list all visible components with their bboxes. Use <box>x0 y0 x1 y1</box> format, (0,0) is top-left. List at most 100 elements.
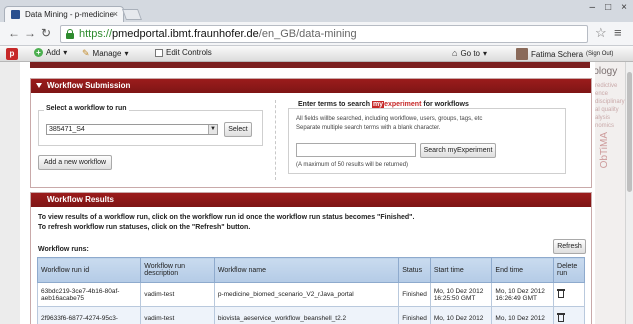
back-icon[interactable]: ← <box>8 26 20 40</box>
address-bar[interactable]: https://pmedportal.ibmt.fraunhofer.de/en… <box>60 25 588 43</box>
add-menu[interactable]: + Add ▾ <box>34 48 67 57</box>
url-scheme: https:// <box>79 28 113 40</box>
run-end-time: Mo, 10 Dez 2012 <box>491 306 555 324</box>
manage-label: Manage <box>92 49 122 58</box>
run-id-link[interactable]: 63bdc219-3ce7-4b16-80af-aeb16acabe75 <box>36 282 142 307</box>
goto-label: Go to <box>460 48 481 58</box>
refresh-button[interactable]: Refresh <box>553 239 586 254</box>
column-header[interactable]: Start time <box>429 257 493 283</box>
pencil-icon: ✎ <box>82 48 90 58</box>
new-tab-button[interactable] <box>121 9 143 20</box>
favicon-icon <box>11 10 20 19</box>
workflow-results-header[interactable]: Workflow Results <box>31 193 591 207</box>
results-instruction-1: To view results of a workflow run, click… <box>38 214 415 221</box>
delete-run-cell <box>553 282 585 307</box>
manage-menu[interactable]: ✎ Manage ▾ <box>82 48 128 59</box>
home-icon: ⌂ <box>452 48 458 58</box>
forward-icon[interactable]: → <box>24 26 36 40</box>
search-max-hint: (A maximum of 50 results will be returne… <box>296 162 409 168</box>
header-band <box>30 62 590 68</box>
edit-controls-toggle[interactable]: Edit Controls <box>155 48 212 57</box>
delete-run-cell <box>553 306 585 324</box>
workflow-submission-header[interactable]: Workflow Submission <box>31 79 591 93</box>
column-header[interactable]: Status <box>398 257 431 283</box>
search-terms-input[interactable] <box>296 143 416 157</box>
column-header[interactable]: Workflow run id <box>36 257 142 283</box>
edit-controls-checkbox[interactable] <box>155 48 163 57</box>
tab-close-icon[interactable]: × <box>113 9 118 19</box>
tab-title: Data Mining - p-medicine <box>25 10 114 19</box>
user-menu[interactable]: Fatima Schera (Sign Out) <box>516 48 613 60</box>
add-workflow-button[interactable]: Add a new workflow <box>38 155 112 170</box>
bookmark-star-icon[interactable]: ☆ <box>595 25 607 41</box>
table-row: 2f9633f6-6877-4274-95c3- vadim-test biov… <box>36 306 585 324</box>
goto-menu[interactable]: ⌂ Go to ▾ <box>452 48 487 58</box>
submission-divider <box>275 100 276 180</box>
reload-icon[interactable]: ↻ <box>41 26 51 40</box>
search-help-2: Separate multiple search terms with a bl… <box>296 125 441 131</box>
workflow-results-title: Workflow Results <box>47 195 114 204</box>
page-scrollbar[interactable] <box>625 62 633 324</box>
user-name[interactable]: Fatima Schera <box>531 50 583 59</box>
browser-menu-icon[interactable]: ≡ <box>614 25 622 40</box>
browser-toolbar: ← → ↻ https://pmedportal.ibmt.fraunhofer… <box>0 22 633 46</box>
url-text: https://pmedportal.ibmt.fraunhofer.de/en… <box>79 28 357 40</box>
workflow-select[interactable]: 385471_S4 ▼ <box>46 124 218 135</box>
lock-icon <box>66 29 74 39</box>
select-workflow-label: Select a workflow to run <box>44 105 129 112</box>
browser-tabstrip: Data Mining - p-medicine × – □ × <box>0 0 633 22</box>
workflow-name: p-medicine_biomed_scenario_V2_rJava_port… <box>213 282 400 307</box>
run-status: Finished <box>398 306 431 324</box>
edit-controls-label: Edit Controls <box>166 48 212 57</box>
trash-icon[interactable] <box>557 313 566 322</box>
workflow-name: biovista_aeservice_workflow_beanshell_t2… <box>213 306 400 324</box>
myexperiment-logo-experiment: experiment <box>384 101 422 108</box>
plus-icon: + <box>34 48 43 57</box>
run-end-time: Mo, 10 Dez 2012 16:26:49 GMT <box>491 282 555 307</box>
portal-dockbar: p + Add ▾ ✎ Manage ▾ Edit Controls ⌂ Go … <box>0 46 633 62</box>
table-header-row: Workflow run id Workflow run description… <box>36 257 585 283</box>
scrollbar-thumb[interactable] <box>627 72 632 192</box>
workflow-submission-title: Workflow Submission <box>47 81 131 90</box>
maximize-button[interactable]: □ <box>605 2 611 16</box>
table-row: 63bdc219-3ce7-4b16-80af-aeb16acabe75 vad… <box>36 282 585 307</box>
url-path: /en_GB/data-mining <box>258 28 357 40</box>
avatar <box>516 48 528 60</box>
add-label: Add <box>46 48 61 57</box>
caret-down-icon: ▾ <box>124 49 129 58</box>
caret-down-icon: ▾ <box>63 48 68 57</box>
select-button[interactable]: Select <box>224 122 252 137</box>
column-header[interactable]: Workflow name <box>213 257 400 283</box>
oncology-text: Oncology <box>595 66 618 77</box>
search-myexperiment-button[interactable]: Search myExperiment <box>420 143 496 158</box>
results-instruction-2: To refresh workflow run statuses, click … <box>38 224 251 231</box>
search-help-1: All fields willbe searched, including wo… <box>296 116 483 122</box>
run-status: Finished <box>398 282 431 307</box>
dropdown-arrow-icon[interactable]: ▼ <box>208 125 217 134</box>
workflow-runs-table: Workflow run id Workflow run description… <box>36 257 585 324</box>
search-group-title: Enter terms to search myexperiment for w… <box>296 101 471 108</box>
workflow-select-value: 385471_S4 <box>49 126 85 133</box>
trash-icon[interactable] <box>557 289 566 298</box>
column-header[interactable]: End time <box>491 257 555 283</box>
minimize-button[interactable]: – <box>590 2 596 16</box>
caret-down-icon: ▾ <box>483 48 488 58</box>
column-header[interactable]: Workflow run description <box>140 257 215 283</box>
side-decoration: Oncology redictive ence disciplinary al … <box>595 62 625 324</box>
run-start-time: Mo, 10 Dez 2012 16:25:50 GMT <box>429 282 493 307</box>
workflow-runs-label: Workflow runs: <box>38 246 89 253</box>
url-host: pmedportal.ibmt.fraunhofer.de <box>112 28 259 40</box>
collapse-arrow-icon[interactable] <box>36 83 42 88</box>
sign-out-link[interactable]: (Sign Out) <box>586 51 613 57</box>
portal-logo[interactable]: p <box>6 48 18 60</box>
run-id-link[interactable]: 2f9633f6-6877-4274-95c3- <box>36 306 142 324</box>
run-description: vadim-test <box>140 282 215 307</box>
myexperiment-logo-my: my <box>371 101 385 108</box>
obtima-vertical-text: ObTiMA <box>599 132 610 169</box>
run-description: vadim-test <box>140 306 215 324</box>
browser-tab[interactable]: Data Mining - p-medicine × <box>4 6 124 22</box>
faint-side-text: redictive ence disciplinary al quality a… <box>595 83 625 129</box>
run-start-time: Mo, 10 Dez 2012 <box>429 306 493 324</box>
close-window-button[interactable]: × <box>621 2 627 16</box>
column-header[interactable]: Delete run <box>553 257 585 283</box>
